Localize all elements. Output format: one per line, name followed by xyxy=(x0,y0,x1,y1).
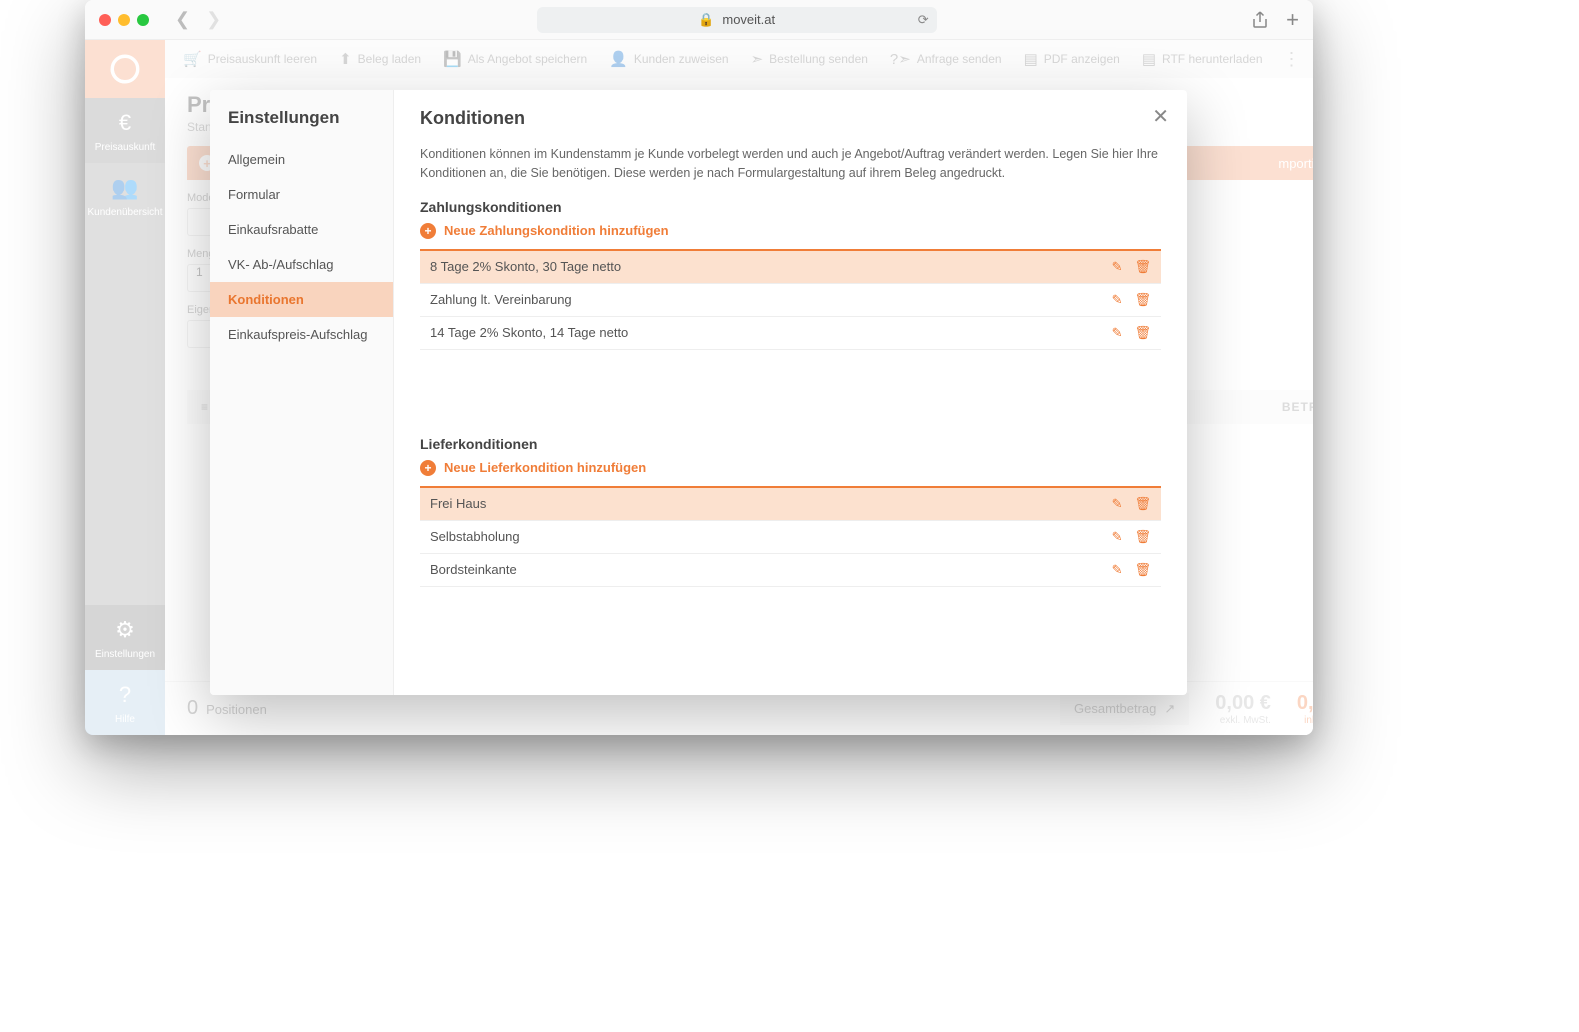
browser-chrome: ❮ ❯ 🔒 moveit.at ⟳ + xyxy=(85,0,1313,40)
edit-icon[interactable]: ✎ xyxy=(1112,496,1123,512)
delivery-condition-row[interactable]: Frei Haus ✎ 🗑 xyxy=(420,488,1161,521)
delete-icon[interactable]: 🗑 xyxy=(1134,259,1151,275)
edit-icon[interactable]: ✎ xyxy=(1112,325,1123,341)
delete-icon[interactable]: 🗑 xyxy=(1134,325,1151,341)
back-button[interactable]: ❮ xyxy=(175,9,190,30)
modal-sidebar-title: Einstellungen xyxy=(210,108,393,142)
payment-condition-text: 14 Tage 2% Skonto, 14 Tage netto xyxy=(430,325,628,340)
forward-button[interactable]: ❯ xyxy=(206,9,221,30)
modal-nav-vk[interactable]: VK- Ab-/Aufschlag xyxy=(210,247,393,282)
refresh-icon[interactable]: ⟳ xyxy=(918,12,929,28)
close-window-button[interactable] xyxy=(99,14,111,26)
maximize-window-button[interactable] xyxy=(137,14,149,26)
delete-icon[interactable]: 🗑 xyxy=(1134,496,1151,512)
delete-icon[interactable]: 🗑 xyxy=(1134,292,1151,308)
modal-nav-form[interactable]: Formular xyxy=(210,177,393,212)
delivery-condition-row[interactable]: Selbstabholung ✎ 🗑 xyxy=(420,521,1161,554)
browser-window: ❮ ❯ 🔒 moveit.at ⟳ + € Preisauskunft xyxy=(85,0,1313,735)
delivery-condition-text: Selbstabholung xyxy=(430,529,520,544)
window-traffic-lights xyxy=(99,14,149,26)
delivery-condition-text: Bordsteinkante xyxy=(430,562,517,577)
edit-icon[interactable]: ✎ xyxy=(1112,259,1123,275)
settings-modal: Einstellungen Allgemein Formular Einkauf… xyxy=(210,90,1187,695)
new-tab-button[interactable]: + xyxy=(1286,7,1299,33)
delete-icon[interactable]: 🗑 xyxy=(1134,529,1151,545)
plus-icon: + xyxy=(420,460,436,476)
url-host: moveit.at xyxy=(722,12,775,27)
app-root: € Preisauskunft 👥 Kundenübersicht ⚙ Eins… xyxy=(85,40,1313,735)
delivery-conditions-list: Frei Haus ✎ 🗑 Selbstabholung ✎ 🗑 Bordstein… xyxy=(420,486,1161,587)
modal-nav-purchase-surcharge[interactable]: Einkaufspreis-Aufschlag xyxy=(210,317,393,352)
payment-condition-row[interactable]: 8 Tage 2% Skonto, 30 Tage netto ✎ 🗑 xyxy=(420,251,1161,284)
delete-icon[interactable]: 🗑 xyxy=(1134,562,1151,578)
modal-intro: Konditionen können im Kundenstamm je Kun… xyxy=(420,145,1161,183)
modal-sidebar: Einstellungen Allgemein Formular Einkauf… xyxy=(210,90,394,695)
modal-nav-purchase-discounts[interactable]: Einkaufsrabatte xyxy=(210,212,393,247)
payment-condition-row[interactable]: Zahlung lt. Vereinbarung ✎ 🗑 xyxy=(420,284,1161,317)
modal-body: ✕ Konditionen Konditionen können im Kund… xyxy=(394,90,1187,695)
delivery-condition-row[interactable]: Bordsteinkante ✎ 🗑 xyxy=(420,554,1161,587)
payment-conditions-title: Zahlungskonditionen xyxy=(420,199,1161,215)
delivery-conditions-title: Lieferkonditionen xyxy=(420,436,1161,452)
minimize-window-button[interactable] xyxy=(118,14,130,26)
edit-icon[interactable]: ✎ xyxy=(1112,292,1123,308)
payment-condition-text: Zahlung lt. Vereinbarung xyxy=(430,292,572,307)
add-delivery-condition-button[interactable]: + Neue Lieferkondition hinzufügen xyxy=(420,460,1161,476)
modal-nav-conditions[interactable]: Konditionen xyxy=(210,282,393,317)
lock-icon: 🔒 xyxy=(698,12,714,28)
modal-title: Konditionen xyxy=(420,108,1161,129)
payment-condition-row[interactable]: 14 Tage 2% Skonto, 14 Tage netto ✎ 🗑 xyxy=(420,317,1161,350)
edit-icon[interactable]: ✎ xyxy=(1112,529,1123,545)
add-payment-condition-button[interactable]: + Neue Zahlungskondition hinzufügen xyxy=(420,223,1161,239)
payment-condition-text: 8 Tage 2% Skonto, 30 Tage netto xyxy=(430,259,621,274)
delivery-condition-text: Frei Haus xyxy=(430,496,486,511)
modal-close-button[interactable]: ✕ xyxy=(1152,104,1169,129)
payment-conditions-list: 8 Tage 2% Skonto, 30 Tage netto ✎ 🗑 Zahlu… xyxy=(420,249,1161,350)
plus-icon: + xyxy=(420,223,436,239)
edit-icon[interactable]: ✎ xyxy=(1112,562,1123,578)
address-bar[interactable]: 🔒 moveit.at ⟳ xyxy=(537,7,937,33)
modal-nav-general[interactable]: Allgemein xyxy=(210,142,393,177)
share-icon[interactable] xyxy=(1252,11,1268,29)
